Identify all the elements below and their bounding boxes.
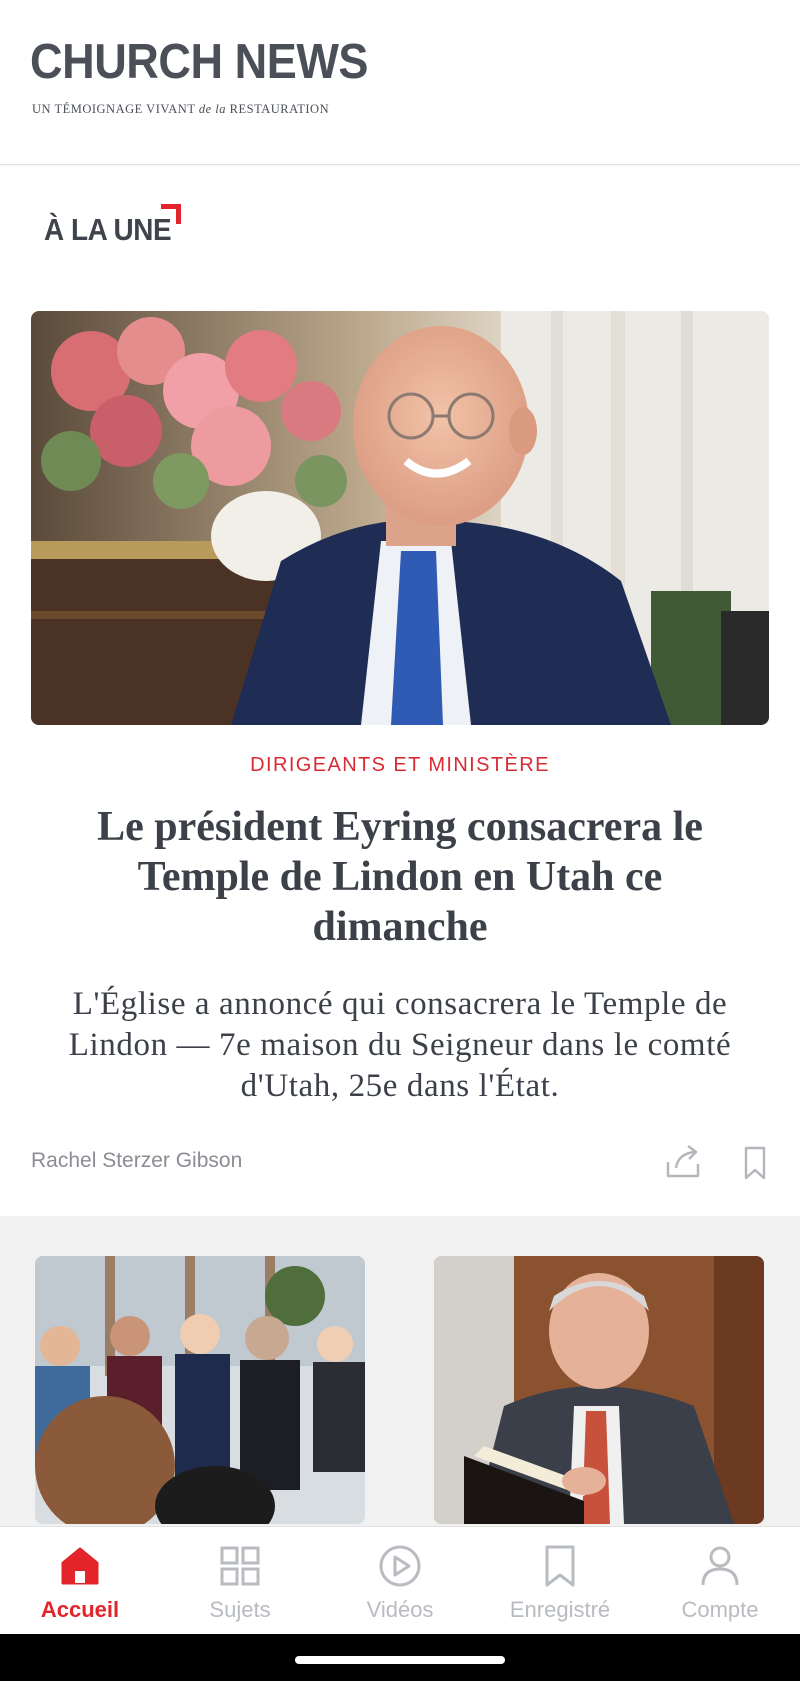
nav-label: Sujets	[209, 1597, 271, 1622]
nav-label: Vidéos	[366, 1597, 434, 1622]
tagline-part-3: RESTAURATION	[229, 102, 330, 116]
grid-icon	[220, 1546, 260, 1586]
nav-label: Enregistré	[509, 1597, 611, 1622]
play-icon	[379, 1545, 421, 1587]
logo-title[interactable]: CHURCH NEWS	[30, 34, 369, 90]
tagline-part-1: UN TÉMOIGNAGE VIVANT	[32, 102, 196, 116]
featured-article-image[interactable]	[31, 311, 769, 725]
system-navigation-bar	[0, 1634, 800, 1681]
nav-item-sujets[interactable]: Sujets	[160, 1527, 320, 1635]
logo-tagline: UN TÉMOIGNAGE VIVANT de la RESTAURATION	[32, 102, 329, 117]
corner-accent-icon	[161, 204, 181, 224]
home-gesture-handle[interactable]	[295, 1656, 505, 1664]
nav-label: Compte	[681, 1597, 759, 1622]
article-headline[interactable]: Le président Eyring consacrera le Temple…	[60, 802, 740, 952]
section-heading: À LA UNE	[44, 212, 172, 247]
article-category[interactable]: DIRIGEANTS ET MINISTÈRE	[0, 754, 800, 777]
nav-item-videos[interactable]: Vidéos	[320, 1527, 480, 1635]
app-header: CHURCH NEWS UN TÉMOIGNAGE VIVANT de la R…	[0, 0, 800, 165]
article-author: Rachel Sterzer Gibson	[31, 1149, 243, 1172]
bookmark-button[interactable]	[740, 1144, 770, 1184]
nav-label: Accueil	[40, 1597, 120, 1622]
nav-item-accueil[interactable]: Accueil	[0, 1527, 160, 1635]
nav-item-enregistre[interactable]: Enregistré	[480, 1527, 640, 1635]
article-summary: L'Église a annoncé qui consacrera le Tem…	[68, 986, 732, 1104]
nav-item-compte[interactable]: Compte	[640, 1527, 800, 1635]
person-icon	[701, 1546, 739, 1586]
reading-photo	[434, 1256, 764, 1524]
group-photo	[35, 1256, 365, 1524]
article-card-image[interactable]	[35, 1256, 365, 1524]
bookmark-icon	[744, 1146, 766, 1180]
bookmark-icon	[545, 1545, 575, 1587]
home-icon	[61, 1547, 99, 1585]
bottom-navigation: Accueil Sujets Vidéos Enregistré Compte	[0, 1526, 800, 1635]
share-button[interactable]	[664, 1142, 704, 1182]
share-icon	[666, 1145, 700, 1178]
article-card-image[interactable]	[434, 1256, 764, 1524]
portrait-photo	[31, 311, 769, 725]
tagline-part-2: de la	[198, 102, 227, 116]
